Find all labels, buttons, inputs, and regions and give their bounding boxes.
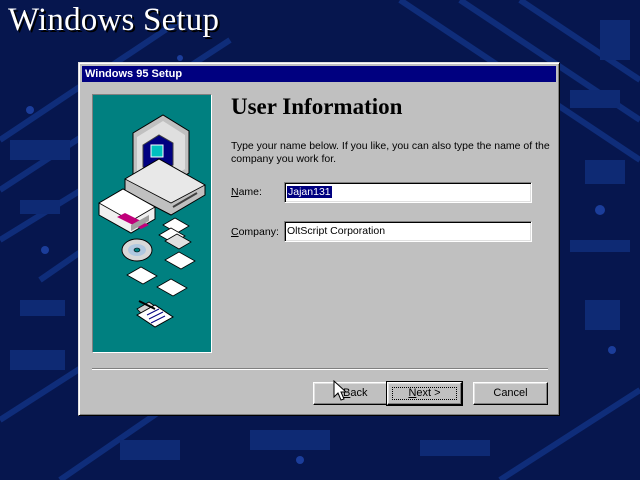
cancel-button[interactable]: Cancel [473, 382, 548, 405]
company-label: Company: [231, 226, 279, 238]
mouse-pointer-icon [333, 380, 347, 401]
back-button[interactable]: < Back [313, 382, 388, 405]
company-input[interactable]: OltScript Corporation [284, 221, 532, 242]
floppy-disk-icon [126, 217, 196, 318]
button-divider [92, 368, 548, 370]
name-label: Name: [231, 186, 262, 198]
name-input[interactable]: Jajan131 [284, 182, 532, 203]
setup-dialog: Windows 95 Setup User Information Type y… [78, 62, 560, 416]
company-input-value: OltScript Corporation [287, 225, 386, 237]
next-button[interactable]: Next > [386, 381, 463, 406]
registration-card-icon [136, 300, 174, 328]
instructions-text: Type your name below. If you like, you c… [231, 140, 550, 165]
page-heading: User Information [231, 94, 403, 119]
cd-rom-icon [121, 238, 153, 262]
name-input-value: Jajan131 [287, 186, 332, 198]
setup-screen-title: Windows Setup [8, 2, 220, 38]
setup-illustration-panel [92, 94, 212, 353]
dialog-title-bar[interactable]: Windows 95 Setup [82, 66, 556, 82]
